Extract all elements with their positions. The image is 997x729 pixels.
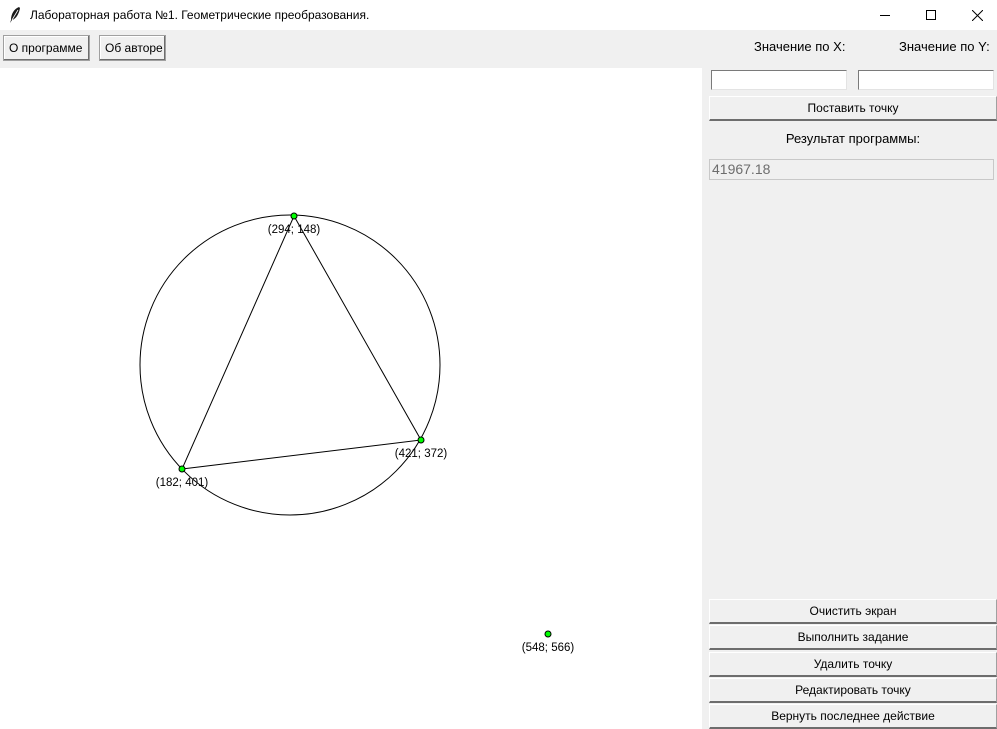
undo-button[interactable]: Вернуть последнее действие <box>709 704 997 729</box>
canvas-point[interactable] <box>417 436 425 444</box>
close-button[interactable] <box>954 0 997 30</box>
about-program-button[interactable]: О программе <box>3 35 90 61</box>
maximize-button[interactable] <box>908 0 954 30</box>
drawing-canvas[interactable]: (294; 148) (421; 372) (182; 401) (548; 566) <box>0 68 702 729</box>
canvas-point[interactable] <box>544 630 552 638</box>
feather-icon <box>10 7 20 23</box>
point-label: (421; 372) <box>395 448 448 460</box>
edit-point-button[interactable]: Редактировать точку <box>709 678 997 703</box>
toolbar: О программе Об авторе <box>0 30 997 68</box>
window-title: Лабораторная работа №1. Геометрические п… <box>30 8 370 22</box>
close-icon <box>971 9 983 21</box>
point-label: (548; 566) <box>522 642 575 654</box>
delete-point-button[interactable]: Удалить точку <box>709 652 997 677</box>
point-label: (182; 401) <box>156 477 209 489</box>
y-value-label: Значение по Y: <box>899 39 990 54</box>
maximize-icon <box>926 10 936 20</box>
minimize-icon <box>880 15 890 16</box>
triangle <box>181 214 422 470</box>
result-field: 41967.18 <box>709 159 994 180</box>
x-value-label: Значение по X: <box>754 39 846 54</box>
clear-screen-button[interactable]: Очистить экран <box>709 599 997 624</box>
title-bar: Лабораторная работа №1. Геометрические п… <box>0 0 997 30</box>
point-label: (294; 148) <box>268 224 321 236</box>
canvas-drawing: (294; 148) (421; 372) (182; 401) (548; 566) <box>139 212 575 654</box>
canvas-point[interactable] <box>178 465 186 473</box>
run-task-button[interactable]: Выполнить задание <box>709 625 997 650</box>
result-label: Результат программы: <box>785 131 921 146</box>
about-author-button[interactable]: Об авторе <box>99 35 166 61</box>
place-point-button[interactable]: Поставить точку <box>709 96 997 121</box>
minimize-button[interactable] <box>862 0 908 30</box>
y-input[interactable] <box>858 70 994 90</box>
x-input[interactable] <box>711 70 847 90</box>
canvas-point[interactable] <box>290 212 298 220</box>
